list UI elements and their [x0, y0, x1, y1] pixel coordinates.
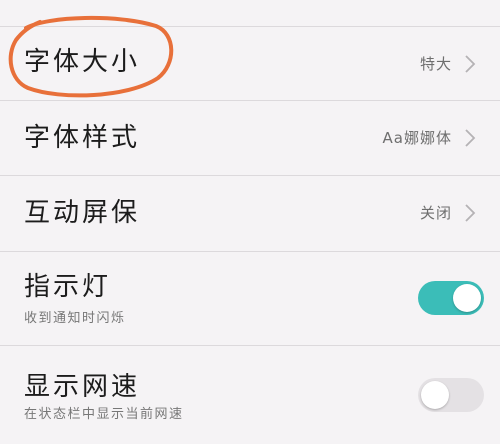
indicator-light-toggle[interactable] [418, 281, 484, 315]
setting-font-style-title: 字体样式 [24, 123, 141, 153]
toggle-knob [421, 381, 449, 409]
settings-list: 字体大小 特大 字体样式 Aa娜娜体 互动屏保 关闭 指示灯 收到通知时闪烁 显… [0, 0, 500, 444]
setting-interactive-screensaver-value: 关闭 [419, 204, 452, 222]
setting-font-style[interactable]: 字体样式 Aa娜娜体 [0, 101, 500, 175]
toggle-knob [453, 284, 481, 312]
setting-font-style-value: Aa娜娜体 [382, 129, 452, 147]
setting-font-size-title: 字体大小 [24, 47, 141, 77]
setting-interactive-screensaver-title: 互动屏保 [24, 198, 141, 228]
chevron-right-icon [465, 55, 476, 73]
setting-show-network-speed-subtitle: 在状态栏中显示当前网速 [24, 407, 184, 422]
setting-show-network-speed[interactable]: 显示网速 在状态栏中显示当前网速 [0, 346, 500, 444]
setting-indicator-light-subtitle: 收到通知时闪烁 [24, 311, 126, 326]
setting-show-network-speed-title: 显示网速 [24, 372, 141, 402]
setting-indicator-light-title: 指示灯 [24, 272, 112, 302]
setting-indicator-light[interactable]: 指示灯 收到通知时闪烁 [0, 252, 500, 344]
setting-interactive-screensaver[interactable]: 互动屏保 关闭 [0, 176, 500, 250]
show-network-speed-toggle[interactable] [418, 378, 484, 412]
setting-font-size-value: 特大 [419, 55, 452, 73]
chevron-right-icon [465, 129, 476, 147]
chevron-right-icon [465, 204, 476, 222]
setting-font-size[interactable]: 字体大小 特大 [0, 27, 500, 99]
